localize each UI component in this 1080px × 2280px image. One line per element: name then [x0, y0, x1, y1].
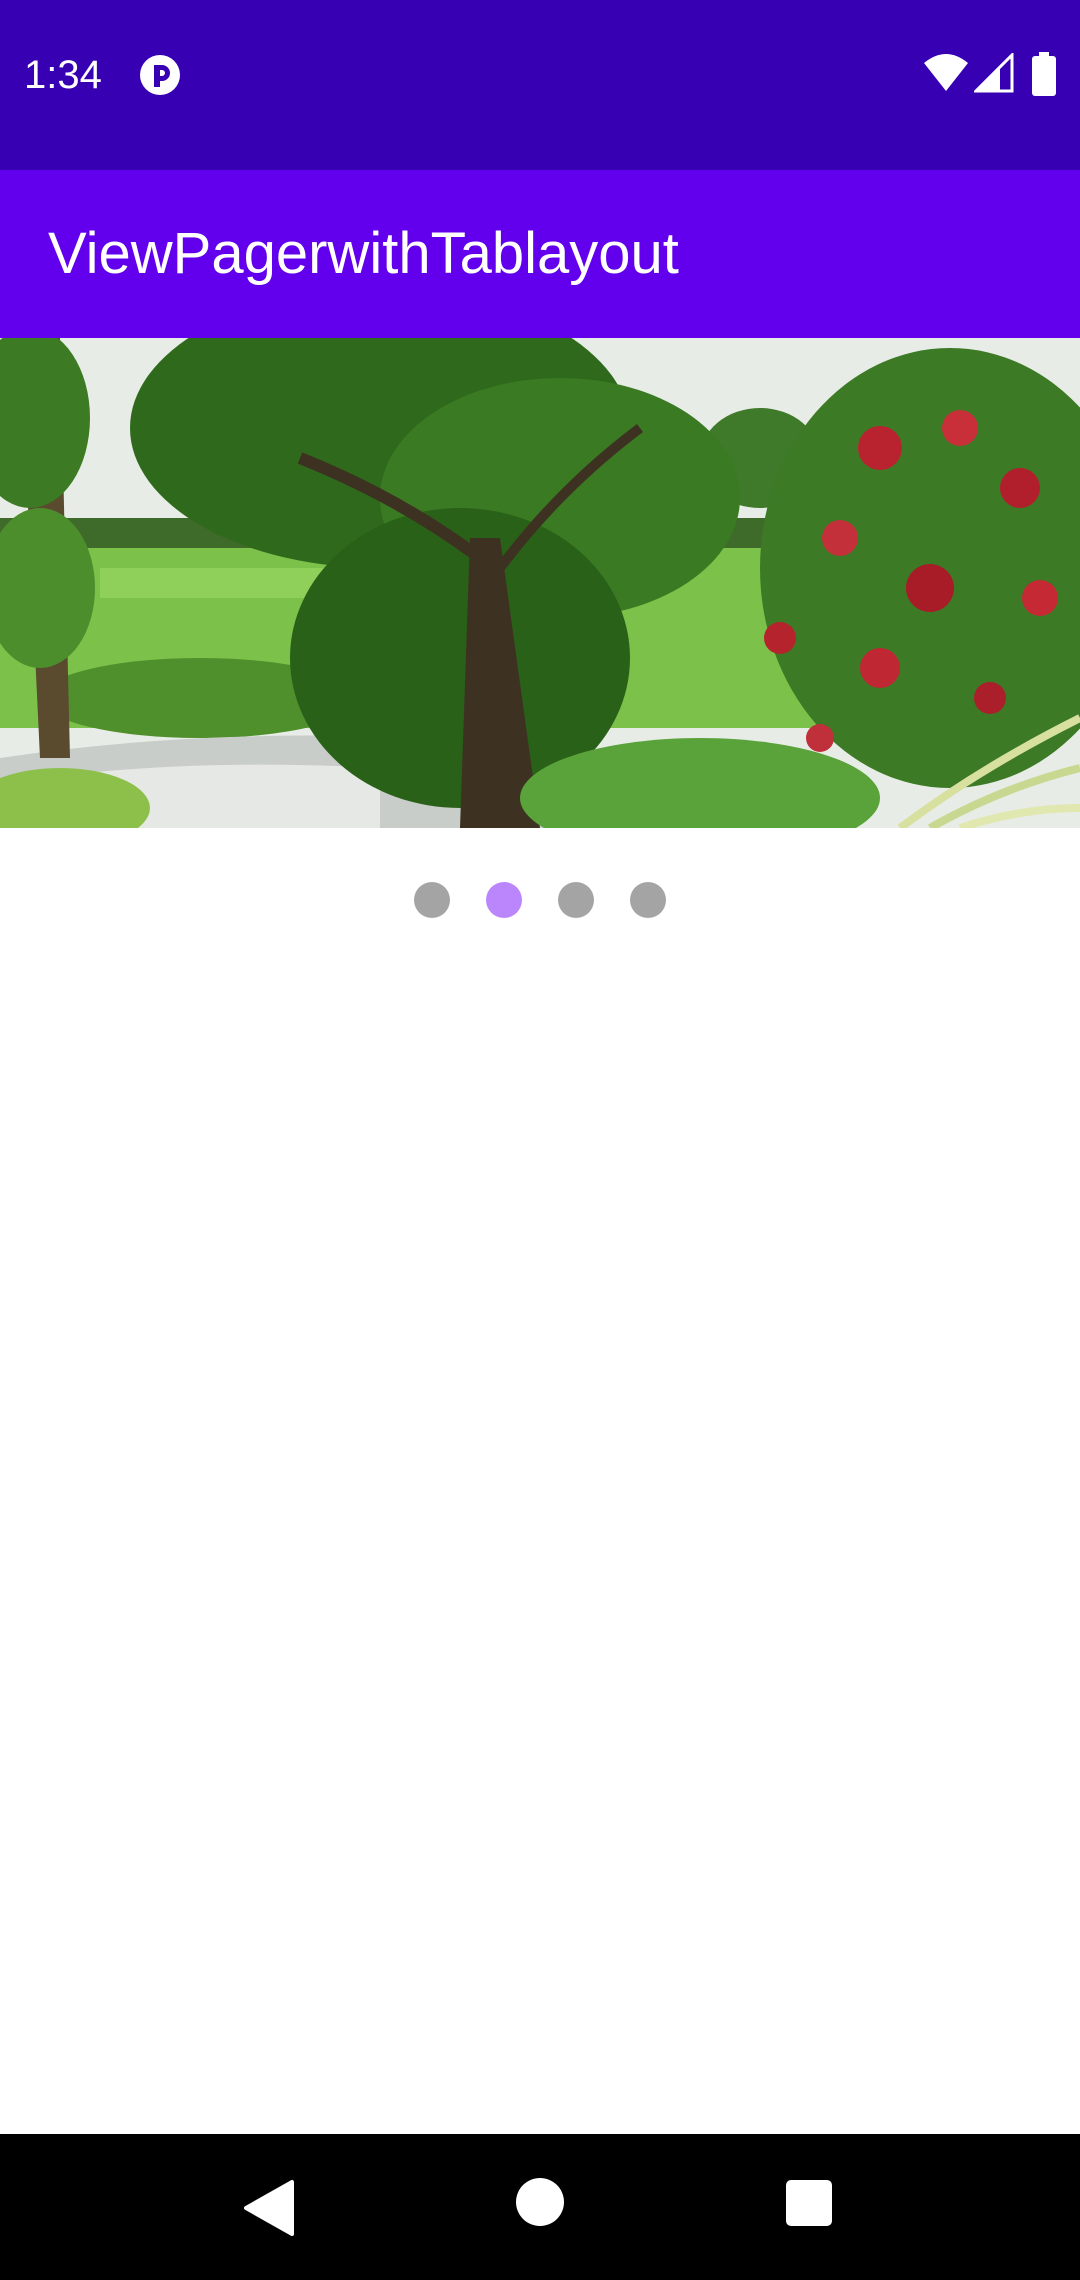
app-notification-icon: [140, 55, 180, 95]
page-dot-active[interactable]: [486, 882, 522, 918]
page-dot[interactable]: [558, 882, 594, 918]
battery-icon: [1032, 52, 1056, 96]
home-icon[interactable]: [516, 2178, 564, 2226]
landscape-photo: [0, 338, 1080, 828]
status-bar: 1:34: [0, 0, 1080, 170]
app-bar: ViewPagerwithTablayout: [0, 170, 1080, 338]
back-icon[interactable]: [240, 2178, 296, 2238]
view-pager[interactable]: [0, 338, 1080, 828]
page-dot[interactable]: [414, 882, 450, 918]
recents-icon[interactable]: [786, 2180, 832, 2226]
status-time: 1:34: [24, 53, 102, 97]
app-title: ViewPagerwithTablayout: [48, 221, 679, 286]
page-indicator[interactable]: [0, 878, 1080, 922]
wifi-icon: [924, 54, 968, 91]
cell-signal-icon: [974, 53, 1014, 93]
navigation-bar: [0, 2134, 1080, 2280]
page-dot[interactable]: [630, 882, 666, 918]
